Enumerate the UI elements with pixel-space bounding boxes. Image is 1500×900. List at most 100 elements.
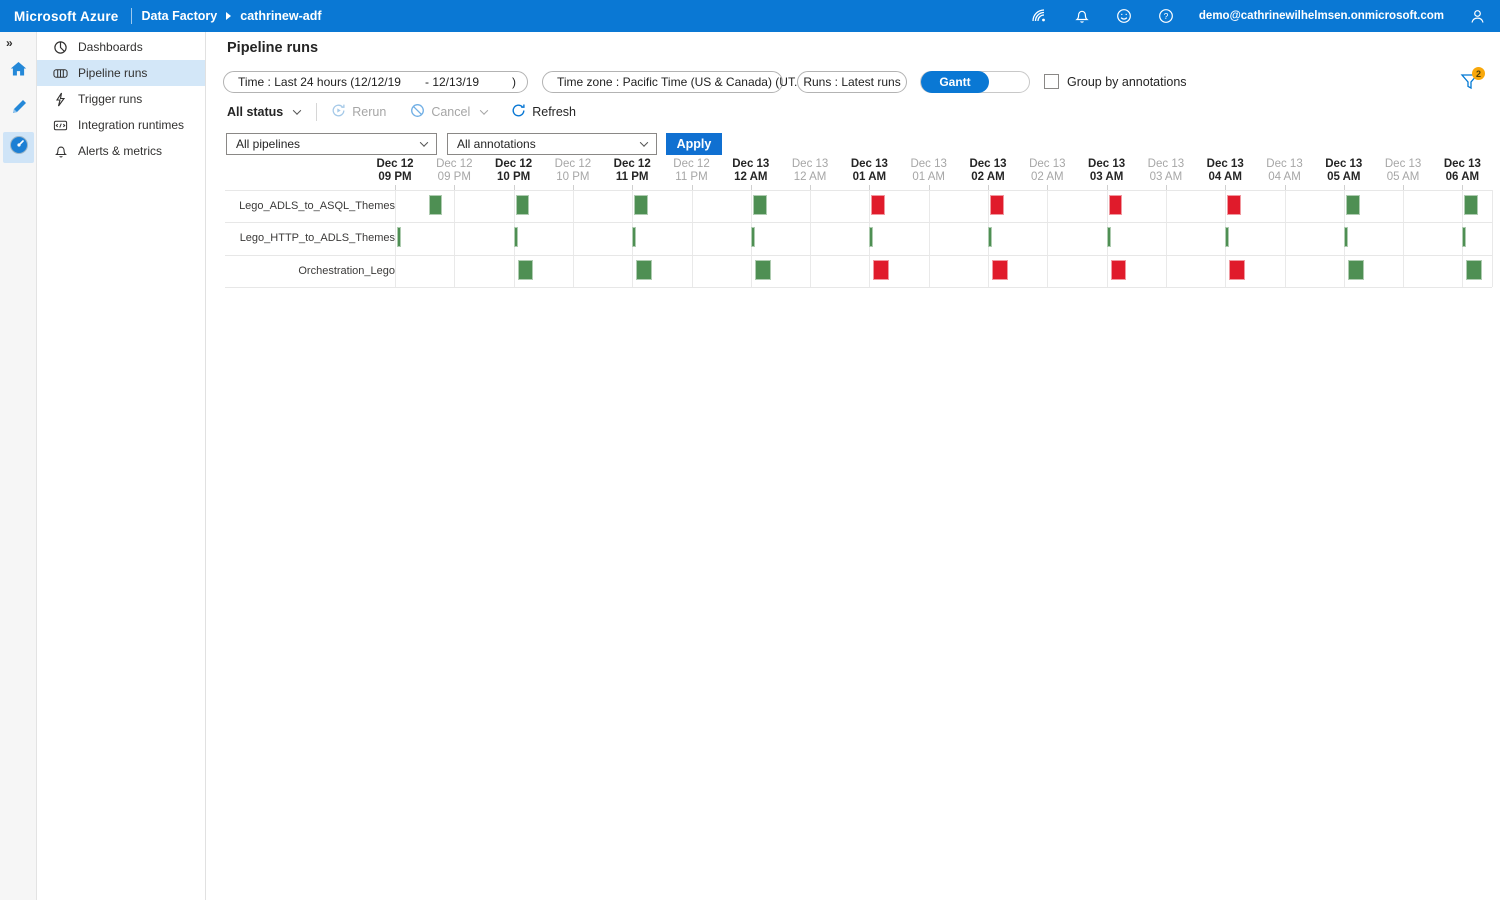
gantt-run-bar[interactable] (397, 227, 401, 247)
signal-icon[interactable] (1031, 7, 1049, 25)
gantt-run-bar[interactable] (514, 227, 518, 247)
gantt-gridline (454, 190, 455, 287)
notifications-bell-icon[interactable] (1073, 7, 1091, 25)
gantt-run-bar[interactable] (429, 195, 443, 215)
gantt-run-bar[interactable] (871, 195, 885, 215)
gantt-run-bar[interactable] (755, 260, 771, 280)
dashboards-icon (53, 40, 68, 55)
nav-item-alerts-metrics[interactable]: Alerts & metrics (37, 138, 205, 164)
axis-tick-label: Dec 1210 PM (485, 158, 543, 184)
gantt-run-bar[interactable] (632, 227, 636, 247)
gantt-gridline (1047, 190, 1048, 287)
pipeline-row-label: Lego_HTTP_to_ADLS_Themes (225, 232, 395, 244)
gantt-run-bar[interactable] (873, 260, 889, 280)
collapse-rail-icon[interactable]: » (6, 36, 12, 50)
trigger-runs-icon (53, 92, 68, 107)
axis-tick-label: Dec 1312 AM (722, 158, 780, 184)
gantt-gridline (395, 190, 396, 287)
gantt-gridline (929, 190, 930, 287)
gantt-run-bar[interactable] (1107, 227, 1111, 247)
axis-tick-label: Dec 1301 AM (900, 158, 958, 184)
nav-label: Dashboards (78, 40, 143, 54)
gantt-run-bar[interactable] (518, 260, 534, 280)
nav-item-pipeline-runs[interactable]: Pipeline runs (37, 60, 205, 86)
gantt-gridline (1285, 190, 1286, 287)
gantt-run-bar[interactable] (1466, 260, 1482, 280)
gantt-run-bar[interactable] (751, 227, 755, 247)
axis-tick-label: Dec 1302 AM (1018, 158, 1076, 184)
integration-runtimes-icon (53, 118, 68, 133)
home-button[interactable] (3, 56, 34, 87)
gantt-run-bar[interactable] (516, 195, 530, 215)
help-icon[interactable]: ? (1157, 7, 1175, 25)
account-avatar-icon[interactable] (1468, 7, 1486, 25)
azure-brand[interactable]: Microsoft Azure (0, 9, 119, 24)
main-content: Pipeline runs Time : Last 24 hours (12/1… (207, 32, 1500, 900)
gantt-chart: Dec 1209 PMDec 1209 PMDec 1210 PMDec 121… (207, 32, 1500, 762)
gantt-run-bar[interactable] (1227, 195, 1241, 215)
account-email[interactable]: demo@cathrinewilhelmsen.onmicrosoft.com (1199, 10, 1444, 22)
gantt-gridline (692, 190, 693, 287)
nav-label: Pipeline runs (78, 66, 147, 80)
axis-tick-label: Dec 1303 AM (1137, 158, 1195, 184)
pipeline-row-label: Lego_ADLS_to_ASQL_Themes (225, 200, 395, 212)
monitor-nav-panel: Dashboards Pipeline runs Trigger runs In… (37, 32, 206, 900)
gantt-run-bar[interactable] (988, 227, 992, 247)
alerts-bell-icon (53, 144, 68, 159)
axis-tick-label: Dec 1210 PM (544, 158, 602, 184)
axis-tick-label: Dec 1209 PM (366, 158, 424, 184)
gantt-run-bar[interactable] (1225, 227, 1229, 247)
nav-label: Trigger runs (78, 92, 142, 106)
feedback-smiley-icon[interactable] (1115, 7, 1133, 25)
gantt-run-bar[interactable] (1464, 195, 1478, 215)
gantt-run-bar[interactable] (990, 195, 1004, 215)
gantt-row-border (225, 190, 1492, 191)
gantt-run-bar[interactable] (1348, 260, 1364, 280)
axis-tick-label: Dec 1303 AM (1078, 158, 1136, 184)
gantt-row-border (225, 222, 1492, 223)
nav-label: Integration runtimes (78, 118, 184, 132)
gantt-run-bar[interactable] (1344, 227, 1348, 247)
gantt-run-bar[interactable] (1346, 195, 1360, 215)
gantt-run-bar[interactable] (753, 195, 767, 215)
axis-tick-label: Dec 1305 AM (1374, 158, 1432, 184)
nav-item-integration-runtimes[interactable]: Integration runtimes (37, 112, 205, 138)
gantt-run-bar[interactable] (869, 227, 873, 247)
nav-item-trigger-runs[interactable]: Trigger runs (37, 86, 205, 112)
axis-tick-label: Dec 1301 AM (840, 158, 898, 184)
home-icon (8, 59, 29, 85)
axis-tick-label: Dec 1305 AM (1315, 158, 1373, 184)
svg-text:?: ? (1164, 11, 1169, 21)
nav-label: Alerts & metrics (78, 144, 162, 158)
axis-tick-label: Dec 1312 AM (781, 158, 839, 184)
pencil-icon (9, 97, 29, 122)
gantt-run-bar[interactable] (992, 260, 1008, 280)
gantt-run-bar[interactable] (1111, 260, 1127, 280)
topbar-divider (131, 8, 132, 24)
gantt-run-bar[interactable] (1229, 260, 1245, 280)
left-icon-rail: » (0, 32, 37, 900)
axis-tick-label: Dec 1304 AM (1256, 158, 1314, 184)
gantt-gridline (1492, 190, 1493, 287)
axis-tick-label: Dec 1304 AM (1196, 158, 1254, 184)
axis-tick-label: Dec 1306 AM (1433, 158, 1491, 184)
gantt-run-bar[interactable] (1462, 227, 1466, 247)
breadcrumb-data-factory[interactable]: Data Factory (142, 9, 218, 23)
gantt-gridline (573, 190, 574, 287)
axis-tick-label: Dec 1211 PM (603, 158, 661, 184)
gantt-gridline (810, 190, 811, 287)
gauge-icon (8, 134, 30, 161)
gantt-gridline (1403, 190, 1404, 287)
axis-tick-label: Dec 1302 AM (959, 158, 1017, 184)
pipeline-row-label: Orchestration_Lego (225, 265, 395, 277)
breadcrumb-factory-name[interactable]: cathrinew-adf (240, 9, 321, 23)
gantt-row-border (225, 255, 1492, 256)
monitor-button[interactable] (3, 132, 34, 163)
gantt-run-bar[interactable] (636, 260, 652, 280)
gantt-row-border (225, 287, 1492, 288)
author-button[interactable] (3, 94, 34, 125)
breadcrumb-arrow-icon (226, 12, 231, 20)
nav-item-dashboards[interactable]: Dashboards (37, 34, 205, 60)
gantt-run-bar[interactable] (634, 195, 648, 215)
gantt-run-bar[interactable] (1109, 195, 1123, 215)
